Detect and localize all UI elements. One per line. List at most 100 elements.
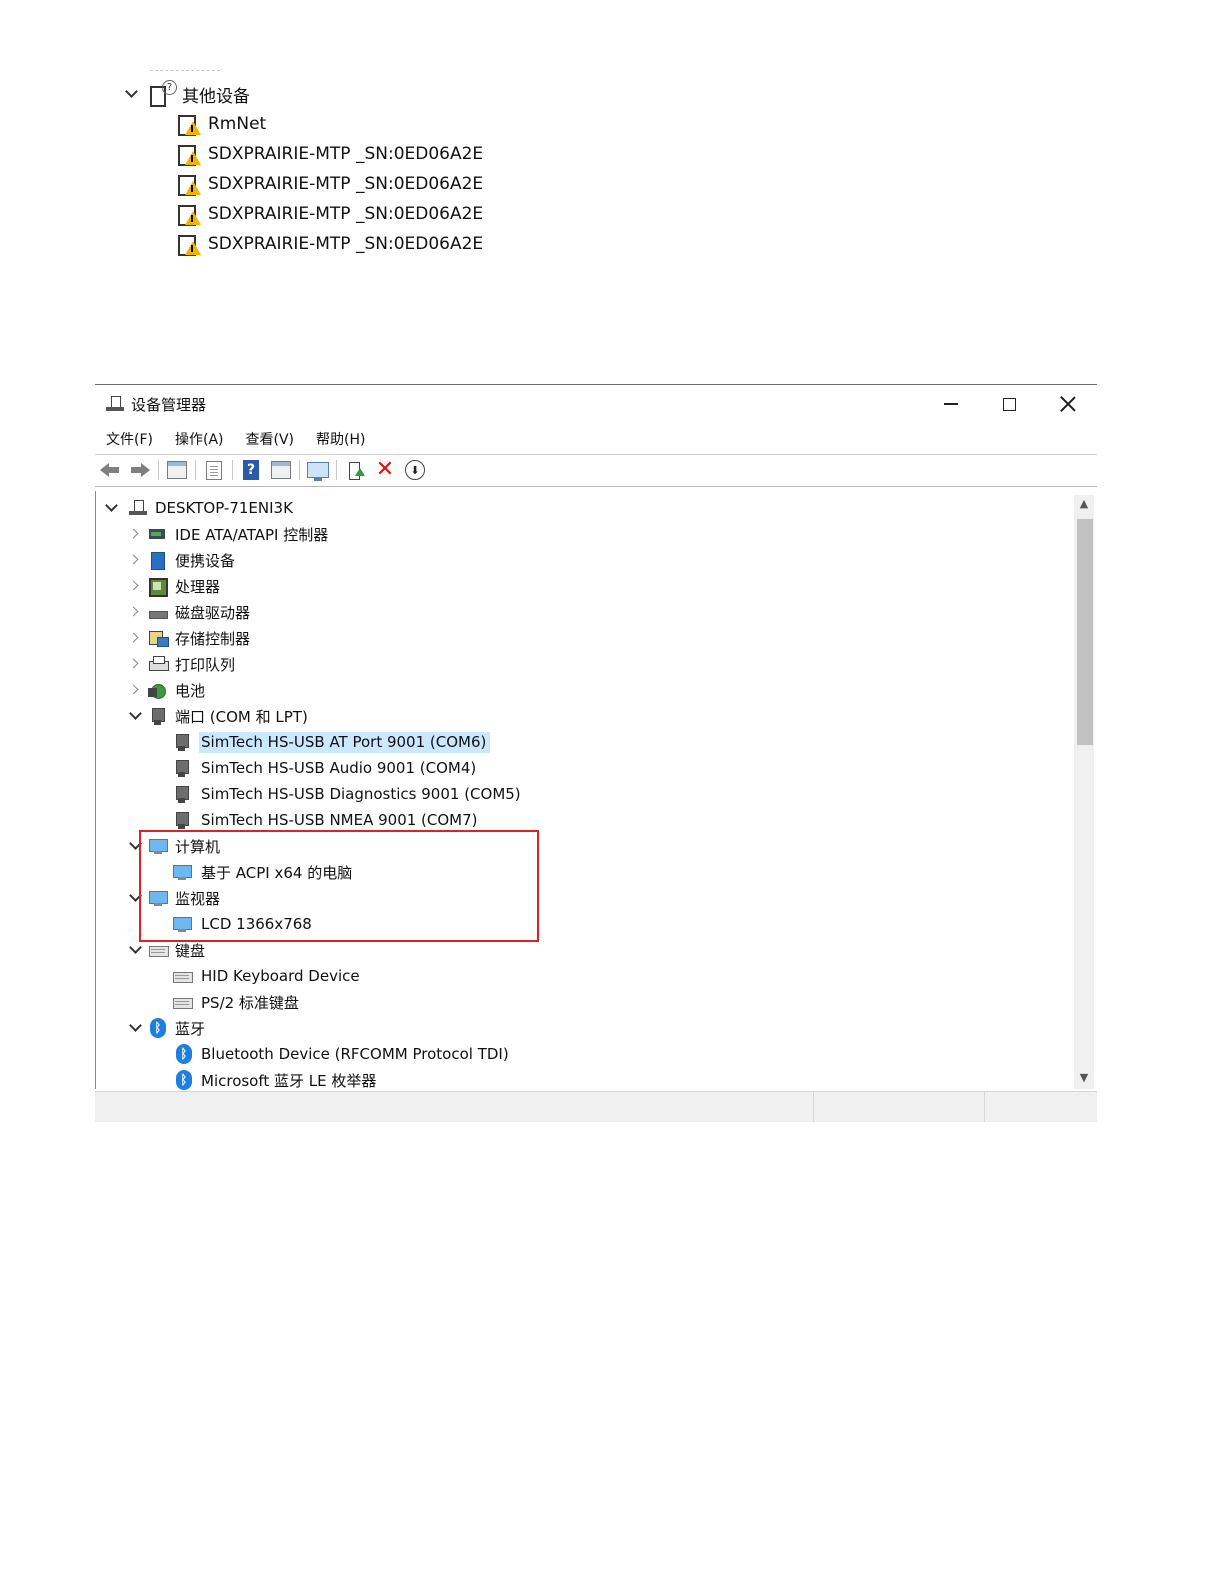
- tree-node-label: IDE ATA/ATAPI 控制器: [175, 525, 329, 544]
- update-driver-button[interactable]: [342, 457, 368, 483]
- tree-node-ide[interactable]: IDE ATA/ATAPI 控制器: [128, 521, 328, 547]
- tree-node-disk[interactable]: 磁盘驱动器: [128, 599, 250, 625]
- close-button[interactable]: [1039, 385, 1097, 423]
- uninstall-button[interactable]: ✕: [372, 457, 398, 483]
- keyboard-icon: [172, 967, 193, 985]
- keyboard-icon: [172, 993, 193, 1011]
- tree-node-label: 电池: [175, 681, 206, 700]
- tree-node-label: SimTech HS-USB NMEA 9001 (COM7): [201, 811, 478, 829]
- disable-device-icon: ⬇: [405, 460, 425, 480]
- tree-node-mtp-1[interactable]: SDXPRAIRIE-MTP _SN:0ED06A2E: [176, 140, 483, 168]
- tree-node-label: Microsoft 蓝牙 LE 枚举器: [201, 1071, 377, 1090]
- minimize-button[interactable]: [922, 385, 980, 423]
- menu-action[interactable]: 操作(A): [164, 427, 235, 453]
- highlight-annotation-box: [139, 830, 539, 942]
- chevron-down-icon[interactable]: [128, 708, 144, 724]
- properties-button[interactable]: [201, 457, 227, 483]
- port-icon: [172, 759, 192, 777]
- bluetooth-icon: ᛒ: [176, 1070, 192, 1090]
- toolbar-divider: [232, 460, 233, 480]
- tree-node-mtp-2[interactable]: SDXPRAIRIE-MTP _SN:0ED06A2E: [176, 170, 483, 198]
- tree-node-label: HID Keyboard Device: [201, 967, 360, 985]
- tree-node-rmnet[interactable]: RmNet: [176, 110, 266, 138]
- scroll-thumb[interactable]: [1077, 519, 1093, 745]
- uninstall-icon: ✕: [375, 457, 395, 482]
- bluetooth-icon: ᛒ: [176, 1044, 192, 1064]
- tree-node-bt-rfcomm[interactable]: ᛒ Bluetooth Device (RFCOMM Protocol TDI): [176, 1041, 509, 1067]
- tree-node-storage[interactable]: 存储控制器: [128, 625, 250, 651]
- tree-node-label: 磁盘驱动器: [175, 603, 251, 622]
- storage-controller-icon: [148, 629, 169, 647]
- unknown-device-icon: ?: [148, 80, 177, 107]
- chevron-right-icon[interactable]: [128, 656, 144, 672]
- title-bar[interactable]: 设备管理器: [95, 385, 1097, 423]
- chevron-right-icon[interactable]: [128, 578, 144, 594]
- tree-node-bluetooth[interactable]: ᛒ 蓝牙: [128, 1015, 205, 1041]
- warning-device-icon: [176, 112, 201, 136]
- disk-drive-icon: [148, 603, 168, 621]
- tree-node-portable[interactable]: 便携设备: [128, 547, 235, 573]
- menu-view[interactable]: 查看(V): [235, 427, 306, 453]
- toolbar-divider: [336, 460, 337, 480]
- status-bar: [95, 1091, 1097, 1122]
- tree-node-ps2-keyboard[interactable]: PS/2 标准键盘: [172, 989, 299, 1015]
- chevron-down-icon[interactable]: [124, 86, 140, 102]
- disable-device-button[interactable]: ⬇: [402, 457, 428, 483]
- tree-node-com6[interactable]: SimTech HS-USB AT Port 9001 (COM6): [172, 729, 491, 755]
- tree-node-label: 处理器: [175, 577, 221, 596]
- tree-node-label: DESKTOP-71ENI3K: [155, 499, 293, 517]
- scroll-up-icon[interactable]: ▲: [1078, 497, 1090, 513]
- tree-node-com4[interactable]: SimTech HS-USB Audio 9001 (COM4): [172, 755, 476, 781]
- scan-hardware-button[interactable]: [305, 457, 331, 483]
- action-pane-icon: [271, 461, 291, 479]
- toolbar: ? ✕ ⬇: [95, 456, 1097, 484]
- show-hide-tree-icon: [167, 461, 187, 479]
- tree-node-mtp-3[interactable]: SDXPRAIRIE-MTP _SN:0ED06A2E: [176, 200, 483, 228]
- chevron-right-icon[interactable]: [128, 682, 144, 698]
- chevron-down-icon[interactable]: [128, 942, 144, 958]
- chevron-right-icon[interactable]: [128, 630, 144, 646]
- device-manager-icon: [105, 395, 124, 413]
- tree-node-ports[interactable]: 端口 (COM 和 LPT): [128, 703, 308, 729]
- tree-node-com5[interactable]: SimTech HS-USB Diagnostics 9001 (COM5): [172, 781, 521, 807]
- tree-node-bt-le[interactable]: ᛒ Microsoft 蓝牙 LE 枚举器: [176, 1067, 376, 1093]
- chevron-right-icon[interactable]: [128, 552, 144, 568]
- scan-hardware-icon: [307, 462, 329, 481]
- back-button[interactable]: [97, 457, 123, 483]
- tree-node-label: 便携设备: [175, 551, 236, 570]
- tree-node-label: RmNet: [208, 114, 267, 134]
- tree-node-other-devices[interactable]: ? 其他设备: [124, 80, 250, 108]
- show-hide-tree-button[interactable]: [164, 457, 190, 483]
- status-divider: [813, 1092, 814, 1122]
- menu-help[interactable]: 帮助(H): [305, 427, 376, 453]
- tree-node-hid-keyboard[interactable]: HID Keyboard Device: [172, 963, 360, 989]
- maximize-button[interactable]: [980, 385, 1038, 423]
- vertical-scrollbar[interactable]: ▲ ▼: [1074, 495, 1094, 1089]
- menu-file[interactable]: 文件(F): [95, 427, 164, 453]
- tree-node-root[interactable]: DESKTOP-71ENI3K: [104, 495, 293, 521]
- maximize-icon: [1002, 397, 1016, 411]
- warning-device-icon: [176, 142, 201, 166]
- toolbar-divider: [158, 460, 159, 480]
- tree-node-label: SimTech HS-USB Diagnostics 9001 (COM5): [201, 785, 521, 803]
- properties-icon: [206, 460, 222, 480]
- warning-device-icon: [176, 232, 201, 256]
- toolbar-divider: [195, 460, 196, 480]
- chevron-right-icon[interactable]: [128, 604, 144, 620]
- help-button[interactable]: ?: [238, 457, 264, 483]
- tree-node-battery[interactable]: 电池: [128, 677, 205, 703]
- port-icon: [148, 707, 168, 725]
- port-icon: [172, 785, 192, 803]
- chevron-down-icon[interactable]: [104, 500, 120, 516]
- chevron-down-icon[interactable]: [128, 1020, 144, 1036]
- tree-node-print-queue[interactable]: 打印队列: [128, 651, 235, 677]
- help-icon: ?: [243, 460, 259, 480]
- forward-button[interactable]: [127, 457, 153, 483]
- tree-node-mtp-4[interactable]: SDXPRAIRIE-MTP _SN:0ED06A2E: [176, 230, 483, 258]
- scroll-down-icon[interactable]: ▼: [1078, 1071, 1090, 1087]
- chevron-right-icon[interactable]: [128, 526, 144, 542]
- action-pane-button[interactable]: [268, 457, 294, 483]
- window-title: 设备管理器: [131, 396, 207, 414]
- tree-node-label: 键盘: [175, 941, 206, 960]
- tree-node-processor[interactable]: 处理器: [128, 573, 220, 599]
